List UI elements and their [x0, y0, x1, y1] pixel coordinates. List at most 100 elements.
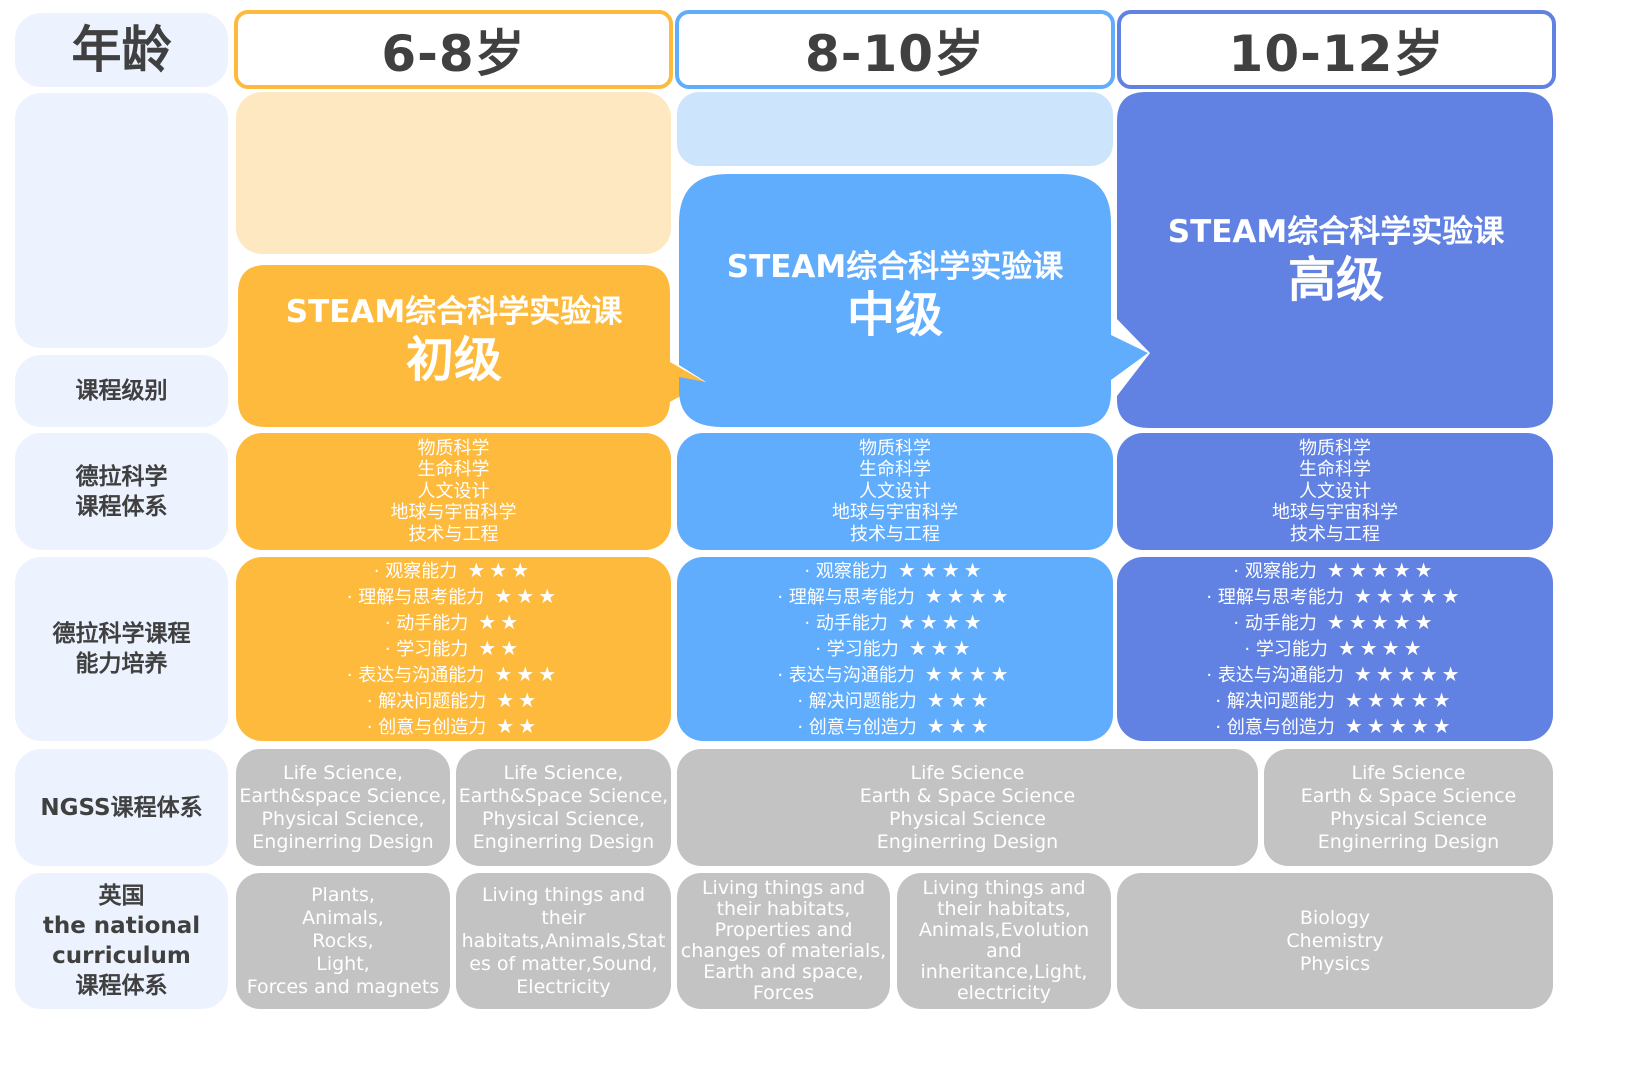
- star-icon: ★: [538, 584, 561, 608]
- uk-cell-1: Plants, Animals, Rocks, Light, Forces an…: [236, 873, 450, 1009]
- course-label-intermediate: STEAM综合科学实验课 中级: [679, 240, 1111, 350]
- star-icon: ★: [1344, 714, 1367, 738]
- star-icon: ★: [489, 558, 512, 582]
- star-icon: ★: [941, 610, 964, 634]
- star-icon: ★: [970, 714, 993, 738]
- course-label-advanced: STEAM综合科学实验课 高级: [1120, 205, 1552, 315]
- star-icon: ★: [478, 636, 501, 660]
- star-icon: ★: [1366, 688, 1389, 712]
- star-icon: ★: [952, 636, 975, 660]
- star-icon: ★: [963, 610, 986, 634]
- ability-name: · 观察能力: [1233, 561, 1317, 582]
- ability-row: · 表达与沟通能力 ★★★★★: [1206, 662, 1463, 688]
- star-icon: ★: [990, 584, 1013, 608]
- ability-row: · 动手能力 ★★: [385, 610, 522, 636]
- star-icon: ★: [1441, 662, 1464, 686]
- star-icon: ★: [1370, 610, 1393, 634]
- star-icon: ★: [1326, 610, 1349, 634]
- ability-row: · 解决问题能力 ★★★: [797, 688, 992, 714]
- star-rating: ★★★: [494, 584, 560, 608]
- star-icon: ★: [968, 662, 991, 686]
- ability-row: · 学习能力 ★★★★: [1244, 636, 1425, 662]
- star-icon: ★: [948, 714, 971, 738]
- ability-row: · 动手能力 ★★★★: [804, 610, 985, 636]
- star-icon: ★: [1366, 714, 1389, 738]
- ability-row: · 解决问题能力 ★★★★★: [1215, 688, 1454, 714]
- ability-row: · 学习能力 ★★★: [815, 636, 974, 662]
- star-icon: ★: [946, 662, 969, 686]
- ngss-text: Life Science Earth & Space Science Physi…: [1300, 761, 1517, 853]
- star-icon: ★: [1359, 636, 1382, 660]
- ability-name: · 表达与沟通能力: [777, 665, 915, 686]
- course-level: 高级: [1287, 252, 1384, 308]
- abilities-intermediate: · 观察能力 ★★★★ · 理解与思考能力 ★★★★ · 动手能力 ★★★★ · 学习能力 ★…: [677, 557, 1113, 741]
- uk-text: Plants, Animals, Rocks, Light, Forces an…: [246, 883, 440, 998]
- star-icon: ★: [1348, 558, 1371, 582]
- star-icon: ★: [908, 636, 931, 660]
- star-icon: ★: [968, 584, 991, 608]
- star-icon: ★: [1353, 584, 1376, 608]
- ability-row: · 创意与创造力 ★★: [367, 714, 540, 740]
- subjects-text: 物质科学 生命科学 人文设计 地球与宇宙科学 技术与工程: [1272, 437, 1398, 545]
- ability-row: · 理解与思考能力 ★★★★: [777, 584, 1012, 610]
- star-icon: ★: [919, 558, 942, 582]
- ability-row: · 动手能力 ★★★★★: [1233, 610, 1436, 636]
- star-icon: ★: [1392, 610, 1415, 634]
- ability-row: · 创意与创造力 ★★★: [797, 714, 992, 740]
- course-level: 中级: [846, 287, 943, 343]
- ability-row: · 观察能力 ★★★: [374, 558, 533, 584]
- uk-text: Living things and their habitats, Animal…: [918, 877, 1090, 1004]
- star-rating: ★★★★★: [1327, 610, 1437, 634]
- star-icon: ★: [516, 662, 539, 686]
- star-icon: ★: [1392, 558, 1415, 582]
- star-icon: ★: [496, 688, 519, 712]
- star-icon: ★: [1419, 662, 1442, 686]
- star-icon: ★: [930, 636, 953, 660]
- star-icon: ★: [1326, 558, 1349, 582]
- dela-subjects-beginner: 物质科学 生命科学 人文设计 地球与宇宙科学 技术与工程: [236, 433, 671, 550]
- star-icon: ★: [538, 662, 561, 686]
- course-label-beginner: STEAM综合科学实验课 初级: [238, 285, 670, 395]
- star-icon: ★: [1375, 584, 1398, 608]
- star-icon: ★: [518, 688, 541, 712]
- star-rating: ★★★★★: [1327, 558, 1437, 582]
- ability-name: · 动手能力: [1233, 613, 1317, 634]
- ability-name: · 观察能力: [373, 561, 458, 582]
- star-icon: ★: [516, 584, 539, 608]
- ability-name: · 创意与创造力: [1215, 717, 1335, 738]
- uk-text: Living things and their habitats,Animals…: [461, 883, 666, 998]
- uk-text: Living things and their habitats, Proper…: [680, 877, 887, 1004]
- subjects-text: 物质科学 生命科学 人文设计 地球与宇宙科学 技术与工程: [832, 437, 958, 545]
- star-rating: ★★★★★: [1354, 584, 1464, 608]
- star-icon: ★: [500, 610, 523, 634]
- ngss-cell-1: Life Science, Earth&space Science, Physi…: [236, 749, 450, 866]
- abilities-beginner: · 观察能力 ★★★ · 理解与思考能力 ★★★ · 动手能力 ★★ · 学习能力 ★★ · 表…: [236, 557, 671, 741]
- star-rating: ★★★★: [1338, 636, 1426, 660]
- ability-name: · 理解与思考能力: [346, 587, 485, 608]
- dela-subjects-advanced: 物质科学 生命科学 人文设计 地球与宇宙科学 技术与工程: [1117, 433, 1553, 550]
- star-icon: ★: [1381, 636, 1404, 660]
- star-rating: ★★★: [467, 558, 533, 582]
- ngss-text: Life Science, Earth&space Science, Physi…: [239, 761, 447, 853]
- star-rating: ★★★★: [925, 662, 1013, 686]
- ability-row: · 表达与沟通能力 ★★★: [347, 662, 560, 688]
- star-icon: ★: [1353, 662, 1376, 686]
- ability-row: · 表达与沟通能力 ★★★★: [777, 662, 1012, 688]
- course-title: STEAM综合科学实验课: [1167, 214, 1505, 250]
- star-rating: ★★★: [909, 636, 975, 660]
- ability-name: · 动手能力: [384, 613, 469, 634]
- ability-name: · 解决问题能力: [366, 691, 487, 712]
- star-icon: ★: [1344, 688, 1367, 712]
- star-icon: ★: [919, 610, 942, 634]
- star-icon: ★: [963, 558, 986, 582]
- star-rating: ★★★★★: [1345, 714, 1455, 738]
- ability-row: · 理解与思考能力 ★★★: [347, 584, 560, 610]
- abilities-advanced: · 观察能力 ★★★★★ · 理解与思考能力 ★★★★★ · 动手能力 ★★★★★ · 学习…: [1117, 557, 1553, 741]
- star-icon: ★: [1397, 584, 1420, 608]
- ability-row: · 学习能力 ★★: [385, 636, 522, 662]
- star-icon: ★: [946, 584, 969, 608]
- ability-name: · 观察能力: [804, 561, 888, 582]
- star-icon: ★: [926, 714, 949, 738]
- uk-text: Biology Chemistry Physics: [1286, 906, 1384, 975]
- star-icon: ★: [1410, 714, 1433, 738]
